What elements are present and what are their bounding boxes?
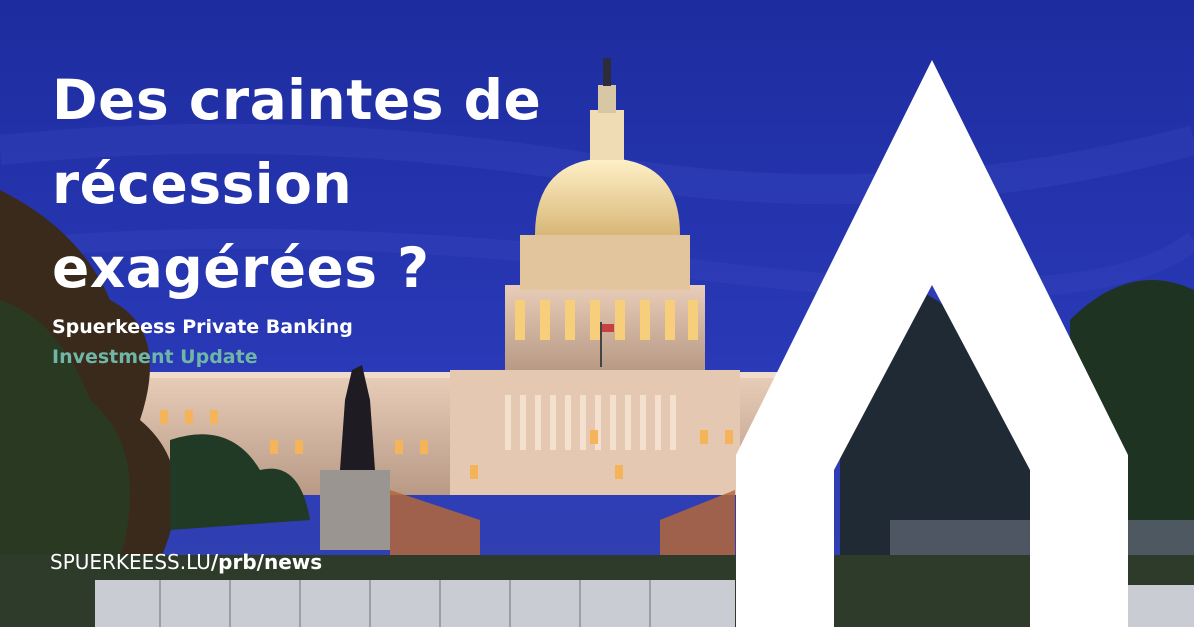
url-path-prb: prb	[218, 550, 257, 574]
brand-name: Spuerkeess Private Banking	[52, 316, 353, 338]
url-path-news: news	[263, 550, 323, 574]
site-url[interactable]: SPUERKEESS.LU/prb/news	[50, 550, 322, 574]
url-domain: SPUERKEESS.LU	[50, 550, 211, 574]
subtitle: Investment Update	[52, 346, 258, 368]
headline: Des craintes de récession exagérées ?	[52, 58, 572, 310]
headline-line-3: exagérées ?	[52, 236, 430, 300]
url-separator: /	[256, 550, 264, 574]
headline-line-2: récession	[52, 152, 353, 216]
headline-line-1: Des craintes de	[52, 68, 542, 132]
